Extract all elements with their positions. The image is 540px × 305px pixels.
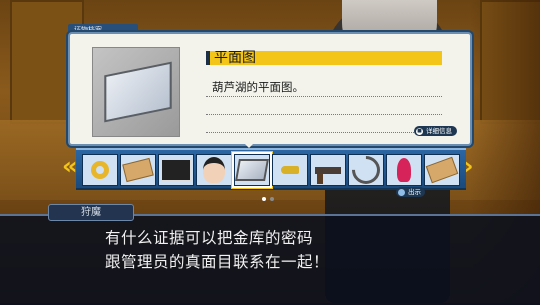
present-button[interactable]: 出示: [396, 187, 425, 197]
evidence-slot[interactable]: [158, 154, 194, 186]
evidence-slot[interactable]: [346, 150, 386, 190]
evidence-slot[interactable]: [120, 154, 156, 186]
detail-button[interactable]: ■ 详细信息: [414, 126, 457, 136]
evidence-slot[interactable]: [424, 154, 460, 186]
present-button-label: 出示: [408, 188, 421, 196]
evidence-slot[interactable]: [82, 154, 118, 186]
photo-icon: [161, 159, 191, 181]
selection-pointer: [242, 141, 256, 148]
evidence-thumbnail: [92, 47, 180, 137]
desc-rule: [206, 132, 442, 133]
button-glyph-icon: [398, 188, 405, 196]
page-indicator: [262, 197, 274, 201]
cable-icon: [346, 150, 386, 190]
evidence-title: 平面图: [214, 50, 256, 66]
evidence-slot[interactable]: [196, 154, 232, 186]
evidence-strip: [76, 148, 466, 190]
desc-rule: [206, 114, 442, 115]
evidence-card: 平面图 葫芦湖的平面图。 ■ 详细信息: [68, 32, 472, 146]
detail-button-label: 详细信息: [426, 127, 452, 135]
evidence-slot[interactable]: [310, 154, 346, 186]
dialogue-line-2: 跟管理员的真面目联系在一起！: [105, 253, 330, 271]
pistol-icon: [315, 166, 341, 184]
bullet-icon: [281, 166, 299, 174]
floor-plan-image: [104, 61, 172, 123]
portrait-icon: [203, 157, 225, 183]
parrot-icon: [397, 158, 411, 182]
desc-rule: [206, 96, 442, 97]
evidence-slot-selected[interactable]: [234, 154, 270, 186]
dialogue-line-1: 有什么证据可以把金库的密码: [105, 229, 314, 247]
floor-plan-icon: [235, 159, 269, 181]
page-dot-active: [262, 197, 266, 201]
speaker-name: 狩魔: [48, 204, 134, 221]
envelope-icon: [425, 156, 459, 184]
page-dot: [270, 197, 274, 201]
button-glyph-icon: ■: [416, 127, 423, 135]
evidence-slot[interactable]: [272, 154, 308, 186]
evidence-description: 葫芦湖的平面图。: [212, 80, 304, 94]
envelope-icon: [122, 157, 154, 183]
ring-icon: [91, 161, 109, 179]
title-marker: [206, 51, 210, 65]
evidence-slot[interactable]: [386, 154, 422, 186]
